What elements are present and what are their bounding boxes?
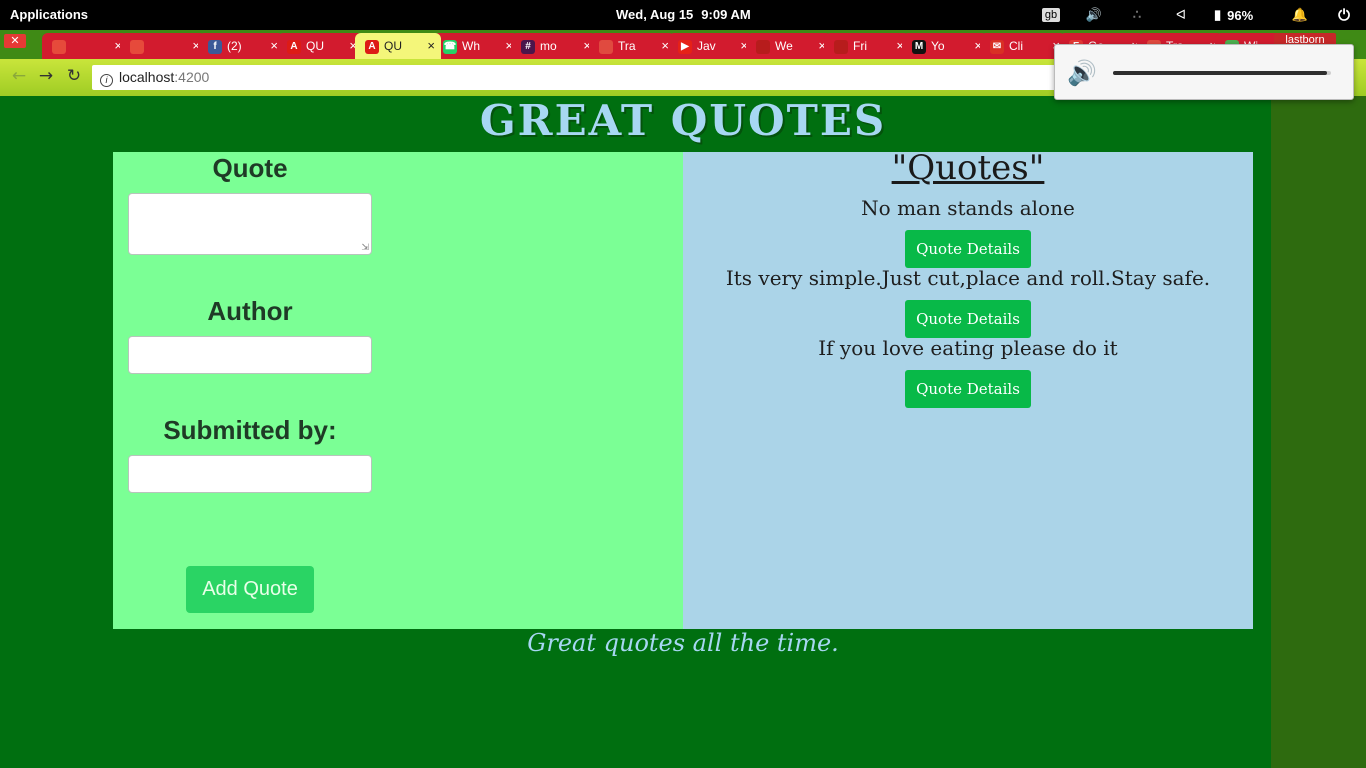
tab-title: QU	[384, 39, 402, 53]
url-port: :4200	[174, 69, 210, 85]
quote-text: If you love eating please do it	[818, 336, 1118, 360]
trello-icon	[599, 39, 613, 54]
browser-tab[interactable]: A QU ×	[355, 33, 441, 59]
tab-close-icon[interactable]: ×	[427, 33, 435, 59]
volume-popup: 🔊	[1054, 44, 1354, 100]
system-top-bar: Applications Wed, Aug 15 9:09 AM gb 🔊 ∴ ᐊ…	[0, 0, 1366, 30]
tab-title: Fri	[853, 39, 867, 53]
url-host: localhost	[119, 69, 175, 85]
browser-tab[interactable]: ▶ Jav ×	[668, 33, 754, 59]
tab-title: QU	[306, 39, 324, 53]
slack-icon: #	[521, 39, 535, 54]
volume-icon[interactable]: 🔊	[1084, 0, 1104, 30]
pdf-icon	[52, 39, 66, 54]
tab-title: Wh	[462, 39, 480, 53]
tab-title: (2)	[227, 39, 242, 53]
clock[interactable]: Wed, Aug 15 9:09 AM	[616, 7, 751, 22]
browser-tab[interactable]: Tra×	[589, 33, 675, 59]
quote-textarea[interactable]: ⇲	[128, 193, 372, 255]
tab-title: mo	[540, 39, 557, 53]
whatsapp-icon: ☎	[443, 39, 457, 54]
medium-icon: M	[912, 39, 926, 54]
site-info-icon[interactable]: i	[100, 74, 113, 87]
site-icon	[756, 39, 770, 54]
quote-label: Quote	[212, 153, 288, 183]
battery-icon: ▮	[1214, 7, 1222, 22]
clock-time: 9:09 AM	[701, 7, 751, 22]
keyboard-layout-label: gb	[1041, 8, 1061, 22]
keyboard-layout-indicator[interactable]: gb	[1041, 0, 1061, 30]
site-title: GREAT QUOTES	[479, 96, 887, 145]
volume-slider[interactable]	[1113, 71, 1331, 75]
forward-arrow-icon[interactable]: →	[35, 65, 57, 87]
submitted-by-input[interactable]	[128, 455, 372, 493]
wifi-icon[interactable]: ∴	[1128, 0, 1146, 30]
browser-tab[interactable]: M Yo ×	[902, 33, 988, 59]
angular-icon: A	[365, 39, 379, 54]
window-close-icon[interactable]: ✕	[4, 34, 26, 48]
notification-bell-icon[interactable]: 🔔	[1290, 0, 1310, 30]
site-icon	[834, 39, 848, 54]
quote-text: Its very simple.Just cut,place and roll.…	[725, 266, 1211, 290]
browser-tab[interactable]: We ×	[746, 33, 832, 59]
gmail-icon: ✉	[990, 39, 1004, 54]
angular-icon: A	[287, 39, 301, 54]
add-quote-button[interactable]: Add Quote	[186, 566, 314, 613]
reload-icon[interactable]: ↻	[63, 65, 85, 87]
address-bar[interactable]: i localhost:4200	[92, 65, 1062, 90]
quotes-heading: "Quotes"	[891, 148, 1045, 188]
battery-indicator[interactable]: ▮ 96%	[1214, 0, 1274, 30]
browser-tab[interactable]: A QU ×	[277, 33, 363, 59]
tab-title: We	[775, 39, 793, 53]
browser-tab[interactable]: Fri ×	[824, 33, 910, 59]
clock-date: Wed, Aug 15	[616, 7, 694, 22]
tab-title: Cli	[1009, 39, 1023, 53]
facebook-icon: f	[208, 39, 222, 54]
browser-tab[interactable]: f (2) ×	[198, 33, 284, 59]
resize-grip-icon[interactable]: ⇲	[361, 244, 369, 253]
battery-percent: 96%	[1227, 7, 1254, 23]
youtube-icon: ▶	[678, 39, 692, 54]
tab-title: Jav	[697, 39, 716, 53]
author-input[interactable]	[128, 336, 372, 374]
applications-menu[interactable]: Applications	[10, 7, 88, 22]
footer-tagline: Great quotes all the time.	[527, 629, 839, 657]
power-icon[interactable]: ⏻	[1334, 0, 1354, 30]
author-label: Author	[207, 296, 293, 326]
submitted-by-label: Submitted by:	[163, 415, 337, 445]
speaker-icon[interactable]: 🔊	[1067, 59, 1097, 87]
tab-title: Tra	[618, 39, 636, 53]
bluetooth-icon[interactable]: ᐊ	[1172, 0, 1190, 30]
quote-text: No man stands alone	[861, 196, 1075, 220]
quote-details-button[interactable]: Quote Details	[905, 370, 1031, 408]
page-gutter	[1271, 96, 1366, 768]
back-arrow-icon[interactable]: ←	[8, 65, 30, 87]
tab-title: Yo	[931, 39, 945, 53]
volume-slider-fill	[1113, 71, 1327, 75]
quote-details-button[interactable]: Quote Details	[905, 300, 1031, 338]
quote-details-button[interactable]: Quote Details	[905, 230, 1031, 268]
browser-tab[interactable]: ×	[120, 33, 206, 59]
browser-tab[interactable]: ×	[42, 33, 128, 59]
browser-tab[interactable]: # mo ×	[511, 33, 597, 59]
pdf-icon	[130, 39, 144, 54]
browser-tab[interactable]: ☎ Wh ×	[433, 33, 519, 59]
